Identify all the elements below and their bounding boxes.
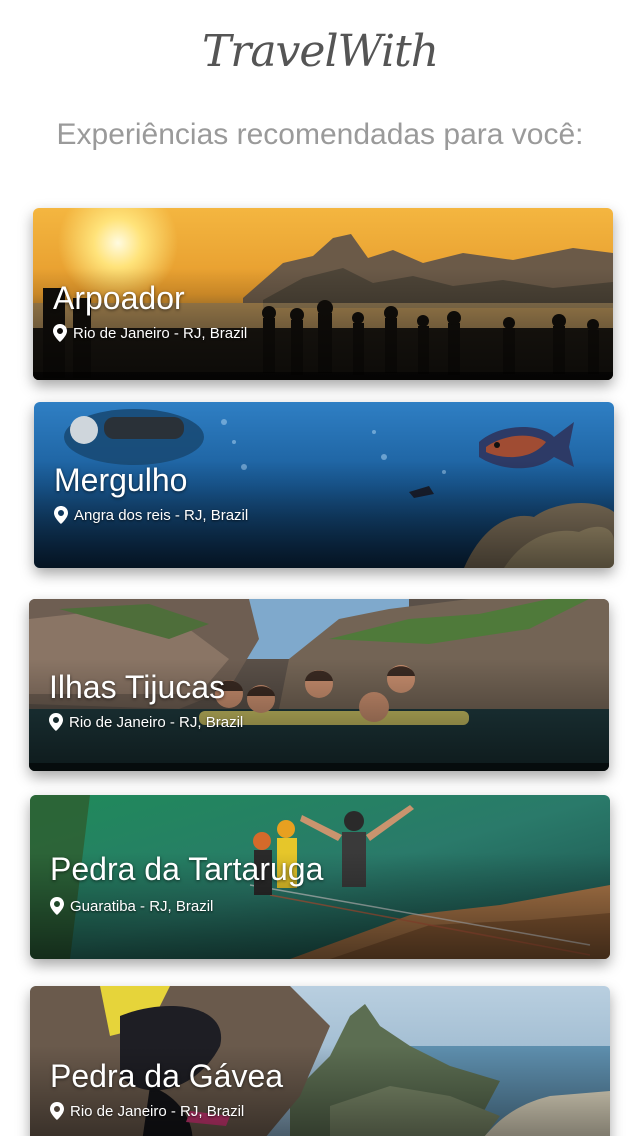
card-title: Pedra da Gávea xyxy=(50,1058,284,1094)
card-location: Rio de Janeiro - RJ, Brazil xyxy=(50,1102,244,1120)
experience-card-arpoador[interactable]: Arpoador Rio de Janeiro - RJ, Brazil xyxy=(33,208,613,380)
app-screen: TravelWith Experiências recomendadas par… xyxy=(0,0,640,1136)
map-pin-icon xyxy=(54,506,68,524)
experience-card-pedra-da-tartaruga[interactable]: Pedra da Tartaruga Guaratiba - RJ, Brazi… xyxy=(30,795,610,959)
experience-card-pedra-da-gavea[interactable]: Pedra da Gávea Rio de Janeiro - RJ, Braz… xyxy=(30,986,610,1136)
card-location: Angra dos reis - RJ, Brazil xyxy=(54,506,248,524)
card-location-label: Guaratiba - RJ, Brazil xyxy=(70,897,214,915)
card-title: Pedra da Tartaruga xyxy=(50,851,324,887)
experience-card-ilhas-tijucas[interactable]: Ilhas Tijucas Rio de Janeiro - RJ, Brazi… xyxy=(29,599,609,771)
card-location-label: Rio de Janeiro - RJ, Brazil xyxy=(73,324,248,342)
card-location: Rio de Janeiro - RJ, Brazil xyxy=(53,324,247,342)
card-location-label: Rio de Janeiro - RJ, Brazil xyxy=(69,713,244,731)
card-location: Guaratiba - RJ, Brazil xyxy=(50,897,213,915)
card-location: Rio de Janeiro - RJ, Brazil xyxy=(49,713,243,731)
map-pin-icon xyxy=(49,713,63,731)
app-logo: TravelWith xyxy=(201,26,439,77)
card-title: Mergulho xyxy=(54,462,188,498)
map-pin-icon xyxy=(50,1102,64,1120)
experience-card-mergulho[interactable]: Mergulho Angra dos reis - RJ, Brazil xyxy=(34,402,614,568)
map-pin-icon xyxy=(53,324,67,342)
card-title: Arpoador xyxy=(53,280,185,316)
map-pin-icon xyxy=(50,897,64,915)
card-title: Ilhas Tijucas xyxy=(49,669,226,705)
card-location-label: Rio de Janeiro - RJ, Brazil xyxy=(70,1102,245,1120)
card-location-label: Angra dos reis - RJ, Brazil xyxy=(74,506,249,524)
page-subtitle: Experiências recomendadas para você: xyxy=(56,118,584,151)
